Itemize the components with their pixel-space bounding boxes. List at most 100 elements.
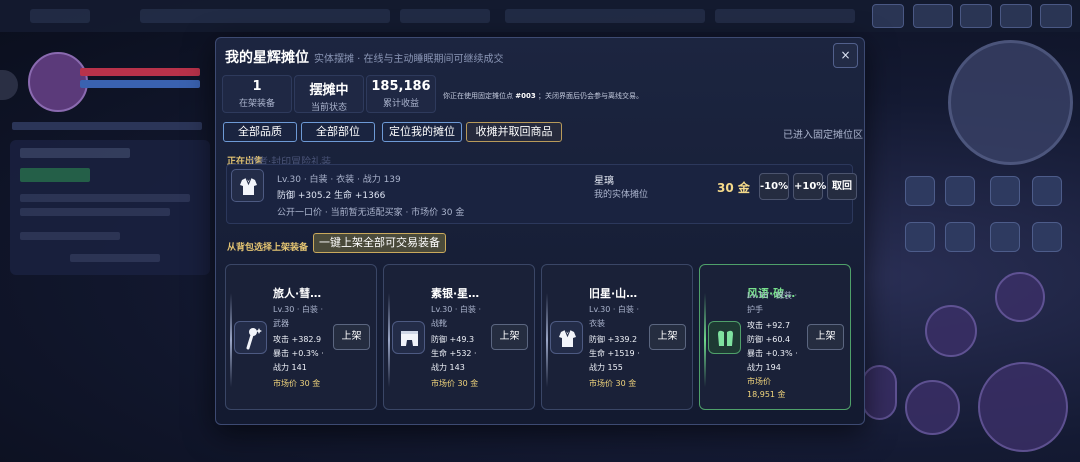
- attack-button[interactable]: [978, 362, 1068, 452]
- stat-listed-count: 1 在架装备: [222, 75, 292, 113]
- bg-menu-button[interactable]: [1000, 4, 1032, 28]
- backpack-item-card[interactable]: 旧星·山… Lv.30 · 白装 · 衣装 防御 +339.2 生命 +1519…: [541, 264, 693, 410]
- bg-menu-button[interactable]: [960, 4, 992, 28]
- quest-panel-title: [20, 148, 130, 158]
- item-stat: 生命 +532 ·: [431, 349, 477, 358]
- recall-button[interactable]: 取回: [827, 173, 857, 200]
- stat-label: 当前状态: [310, 103, 347, 113]
- list-item-button[interactable]: 上架: [649, 324, 686, 350]
- backpack-item-card[interactable]: 风语·破… Lv.30 · 绿装 · 护手 攻击 +92.7 防御 +60.4 …: [699, 264, 851, 410]
- item-name: 旧星·山…: [589, 287, 638, 300]
- quest-panel[interactable]: [10, 140, 210, 275]
- card-rarity-stripe: [546, 293, 548, 387]
- item-slot: 战靴: [431, 319, 447, 328]
- bulk-list-button[interactable]: 一键上架全部可交易装备: [313, 233, 446, 253]
- item-stat: 防御 +60.4: [747, 335, 791, 344]
- modal-subtitle: 实体摆摊 · 在线与主动睡眠期间可继续成交: [314, 54, 504, 65]
- item-stat: 防御 +49.3: [431, 335, 475, 344]
- quest-line: [70, 254, 160, 262]
- bg-menu-button[interactable]: [872, 4, 904, 28]
- stat-label: 在架装备: [238, 99, 275, 109]
- stat-value: 摆摊中: [309, 83, 349, 98]
- stall-modal: 我的星辉摊位 实体摆摊 · 在线与主动睡眠期间可继续成交 × 1 在架装备 摆摊…: [215, 37, 865, 425]
- backpack-item-card[interactable]: 素银·星… Lv.30 · 白装 · 战靴 防御 +49.3 生命 +532 ·…: [383, 264, 535, 410]
- side-toggle-icon[interactable]: [0, 70, 18, 100]
- hp-bar: [80, 68, 200, 76]
- item-stats: 防御 +305.2 生命 +1366: [277, 191, 386, 201]
- backpack-item-card[interactable]: 旅人·彗… Lv.30 · 白装 · 武器 攻击 +382.9 暴击 +0.3%…: [225, 264, 377, 410]
- bg-feature-icon[interactable]: [1032, 176, 1062, 206]
- bg-bar-segment: [505, 9, 705, 23]
- bg-bar-segment: [715, 9, 855, 23]
- listed-item-row[interactable]: Lv.30 · 白装 · 衣装 · 战力 139 防御 +305.2 生命 +1…: [226, 164, 857, 224]
- price-increase-button[interactable]: +10%: [793, 173, 826, 200]
- gloves-icon: [708, 321, 741, 354]
- seller-name: 星璃: [594, 176, 614, 187]
- card-rarity-stripe: [230, 293, 232, 387]
- item-stat: 暴击 +0.3% ·: [747, 349, 798, 358]
- stall-zone-status: 已进入固定摊位区: [783, 130, 863, 141]
- skill-button[interactable]: [862, 365, 897, 420]
- item-market-price: 市场价 30 金: [431, 379, 479, 388]
- bg-bar-segment: [400, 9, 490, 23]
- bg-feature-icon[interactable]: [990, 176, 1020, 206]
- item-tag: Lv.30 · 白装 ·: [431, 305, 482, 314]
- skill-button[interactable]: [925, 305, 977, 357]
- bg-feature-icon[interactable]: [905, 222, 935, 252]
- minimap[interactable]: [948, 40, 1073, 165]
- stall-id: #003: [515, 92, 536, 100]
- item-name: 旅人·彗…: [273, 287, 322, 300]
- item-meta: Lv.30 · 白装 · 衣装 · 战力 139: [277, 175, 401, 185]
- item-market-price: 市场价 30 金: [273, 379, 321, 388]
- item-stat: 生命 +1519 ·: [589, 349, 640, 358]
- price-decrease-button[interactable]: -10%: [759, 173, 789, 200]
- backpack-label: 从背包选择上架装备: [227, 243, 309, 253]
- stat-status: 摆摊中 当前状态: [294, 75, 364, 113]
- notice-prefix: 你正在使用固定摊位点: [443, 92, 513, 100]
- bg-feature-icon[interactable]: [990, 222, 1020, 252]
- quest-line: [20, 232, 120, 240]
- item-power: 战力 194: [747, 363, 781, 372]
- item-tag: Lv.30 · 白装 ·: [589, 305, 640, 314]
- item-sale-info: 公开一口价 · 当前暂无适配买家 · 市场价 30 金: [277, 208, 465, 218]
- bg-feature-icon[interactable]: [945, 176, 975, 206]
- item-stat: 暴击 +0.3% ·: [273, 349, 324, 358]
- stat-earnings: 185,186 累计收益: [366, 75, 436, 113]
- card-rarity-stripe: [388, 293, 390, 387]
- item-power: 战力 143: [431, 363, 465, 372]
- bg-feature-icon[interactable]: [1032, 222, 1062, 252]
- item-tag: Lv.30 · 绿装 ·: [747, 291, 798, 300]
- skill-button[interactable]: [905, 380, 960, 435]
- listing-price: 30 金: [717, 181, 750, 195]
- bg-feature-icon[interactable]: [945, 222, 975, 252]
- boots-icon: [392, 321, 425, 354]
- list-item-button[interactable]: 上架: [807, 324, 844, 350]
- locate-stall-button[interactable]: 定位我的摊位: [382, 122, 462, 142]
- stat-label: 累计收益: [382, 99, 419, 109]
- item-stat: 攻击 +382.9: [273, 335, 322, 344]
- skill-button[interactable]: [995, 272, 1045, 322]
- player-avatar[interactable]: [28, 52, 88, 112]
- armor-icon: [231, 169, 264, 202]
- bg-bar-segment: [140, 9, 390, 23]
- quest-line: [20, 194, 190, 202]
- filter-slot-button[interactable]: 全部部位: [301, 122, 375, 142]
- item-market-value: 18,951 金: [747, 390, 786, 399]
- item-tag: Lv.30 · 白装 ·: [273, 305, 324, 314]
- bg-feature-icon[interactable]: [905, 176, 935, 206]
- quest-name: [20, 168, 90, 182]
- item-power: 战力 141: [273, 363, 307, 372]
- item-slot: 武器: [273, 319, 289, 328]
- modal-title: 我的星辉摊位: [225, 50, 309, 66]
- close-button[interactable]: ×: [833, 43, 858, 68]
- list-item-button[interactable]: 上架: [491, 324, 528, 350]
- bg-menu-button[interactable]: [1040, 4, 1072, 28]
- list-item-button[interactable]: 上架: [333, 324, 370, 350]
- item-slot: 护手: [747, 305, 763, 314]
- bg-menu-button[interactable]: [913, 4, 953, 28]
- close-stall-button[interactable]: 收摊并取回商品: [466, 122, 562, 142]
- stat-value: 1: [252, 79, 262, 94]
- exp-bar: [12, 122, 202, 130]
- filter-quality-button[interactable]: 全部品质: [223, 122, 297, 142]
- quest-line: [20, 208, 170, 216]
